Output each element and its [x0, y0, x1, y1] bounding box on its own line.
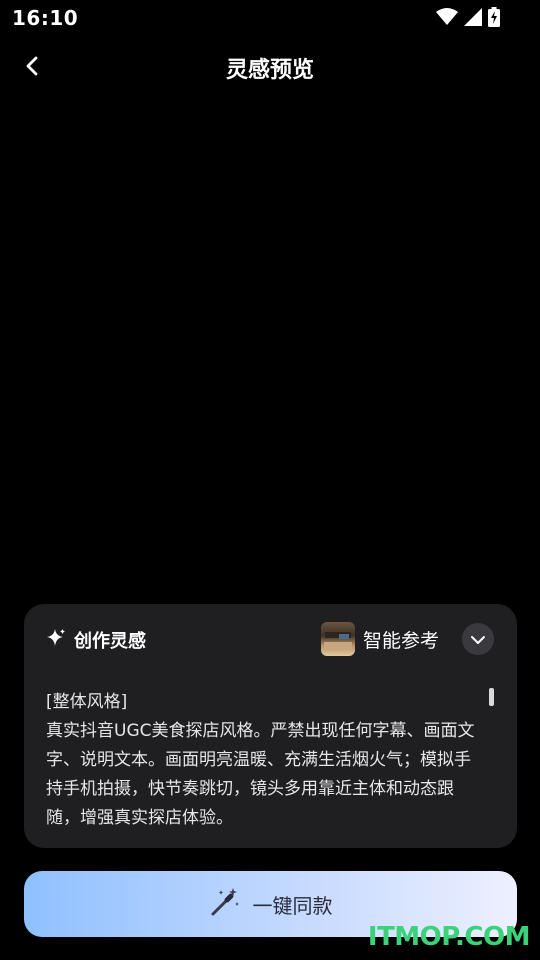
screen: 16:10 灵感预览 创作灵感 智能参考 [整体风格] 真实抖音UGC美食探店风… — [0, 0, 540, 960]
page-title: 灵感预览 — [225, 58, 314, 83]
action-label: 一键同款 — [252, 893, 333, 918]
header: 灵感预览 — [0, 44, 540, 92]
inspiration-heading: [整体风格] — [46, 692, 128, 712]
sparkle-icon — [46, 628, 66, 652]
card-title-row: 创作灵感 — [46, 626, 146, 654]
wifi-icon — [436, 8, 458, 26]
reference-label: 智能参考 — [362, 629, 439, 652]
watermark: ITMOP.COM — [367, 922, 531, 952]
inspiration-text[interactable]: [整体风格] 真实抖音UGC美食探店风格。严禁出现任何字幕、画面文字、说明文本。… — [46, 688, 486, 833]
battery-charging-icon — [488, 7, 500, 27]
chevron-down-icon — [470, 630, 486, 649]
status-time: 16:10 — [12, 6, 79, 30]
magic-wand-icon — [209, 886, 241, 922]
reference-thumbnail — [320, 622, 355, 656]
status-icons — [436, 6, 500, 28]
inspiration-body: 真实抖音UGC美食探店风格。严禁出现任何字幕、画面文字、说明文本。画面明亮温暖、… — [46, 721, 475, 828]
scrollbar-thumb[interactable] — [489, 688, 494, 706]
status-bar: 16:10 — [0, 0, 540, 36]
signal-icon — [464, 8, 482, 26]
smart-reference[interactable]: 智能参考 — [320, 621, 439, 657]
expand-button[interactable] — [462, 623, 494, 655]
card-title: 创作灵感 — [74, 631, 146, 652]
inspiration-card: 创作灵感 智能参考 [整体风格] 真实抖音UGC美食探店风格。严禁出现任何字幕、… — [24, 604, 517, 848]
